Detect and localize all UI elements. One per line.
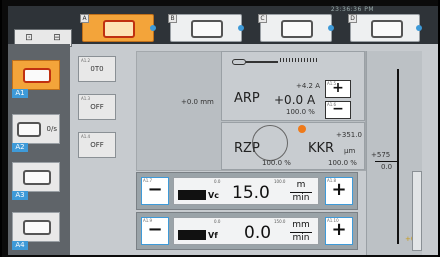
machine-tool-icon bbox=[23, 68, 51, 83]
sidebar: A1 0/s A2 A3 A4 bbox=[8, 44, 70, 255]
rzp-kkr-box: RZP 100.0 % KKR +351.0 µm 100.0 % bbox=[221, 122, 365, 170]
vc-symbol: Vc bbox=[208, 191, 219, 200]
machine-tool-icon bbox=[103, 20, 135, 38]
kkr-value: +351.0 bbox=[336, 131, 362, 139]
tab-letter: C bbox=[258, 14, 267, 23]
connector-icon bbox=[23, 220, 51, 235]
cycle-icon bbox=[371, 20, 403, 38]
hmi-screen: 23:36:36 PM ⊡ ⊟ A B C D A1 0/s A2 A3 A4 … bbox=[8, 6, 438, 255]
vf-display: 0.0 150.0 Vf 0.0 mm min bbox=[173, 217, 319, 245]
vf-unit-num: mm bbox=[292, 220, 310, 230]
function-buttons: A1.2 0T0 A1.3 OFF A1.4 OFF bbox=[78, 56, 118, 166]
vc-range-min: 0.0 bbox=[214, 179, 221, 184]
vc-control-row: A1.7− 0.0 100.0 Vc 15.0 m min A1.8 + bbox=[136, 172, 358, 210]
device-frame: 23:36:36 PM ⊡ ⊟ A B C D A1 0/s A2 A3 A4 … bbox=[2, 0, 438, 257]
vc-unit-num: m bbox=[296, 180, 306, 190]
tab-indicator-dot bbox=[416, 25, 422, 31]
tab-d[interactable]: D bbox=[348, 14, 422, 42]
scale-zero: 0.0 bbox=[381, 163, 393, 171]
feed-tool-icon bbox=[178, 230, 206, 240]
sidebar-item-label: A3 bbox=[12, 191, 28, 200]
vf-plus-button[interactable]: A1.10 + bbox=[325, 217, 353, 245]
tab-b[interactable]: B bbox=[168, 14, 244, 42]
wheel-icon bbox=[232, 56, 282, 66]
sidebar-item-a1[interactable]: A1 bbox=[12, 60, 60, 98]
scale-top-value: +575 bbox=[371, 151, 391, 159]
clock: 23:36:36 PM bbox=[330, 6, 374, 13]
vf-minus-button[interactable]: A1.9− bbox=[141, 217, 169, 245]
lock-icon: ⊟ bbox=[53, 33, 61, 43]
keyboard-icon bbox=[23, 170, 51, 185]
grinding-wheel-icon bbox=[178, 190, 206, 200]
spindle-icon bbox=[17, 122, 41, 137]
arp-label: ARP bbox=[234, 91, 260, 106]
vc-range-max: 100.0 bbox=[274, 179, 286, 184]
sidebar-item-text: 0/s bbox=[46, 125, 57, 133]
coolant-off-button[interactable]: A1.3 OFF bbox=[78, 94, 116, 120]
tab-letter: B bbox=[168, 14, 177, 23]
vf-value: 0.0 bbox=[244, 223, 272, 243]
vc-display: 0.0 100.0 Vc 15.0 m min bbox=[173, 177, 319, 205]
kkr-status-dot bbox=[298, 125, 306, 133]
arp-box: +4.2 A ARP +0.0 A 100.0 % A1.5 + A1.6− bbox=[221, 51, 365, 121]
arp-plus-button[interactable]: A1.5 + bbox=[325, 80, 351, 98]
sidebar-item-label: A1 bbox=[12, 89, 28, 98]
sidebar-item-a4[interactable]: A4 bbox=[12, 212, 60, 250]
tab-a[interactable]: A bbox=[80, 14, 156, 42]
kkr-label: KKR bbox=[308, 141, 335, 156]
grinding-wheel-icon bbox=[280, 58, 318, 62]
vc-unit-den: min bbox=[292, 193, 310, 203]
arp-delta: +4.2 A bbox=[296, 82, 321, 90]
vf-unit-den: min bbox=[292, 233, 310, 243]
position-scale-panel: +575 0.0 +0 0 bbox=[366, 51, 422, 255]
vc-value: 15.0 bbox=[232, 183, 270, 203]
unlock-icon: ⊡ bbox=[25, 33, 33, 43]
vc-minus-button[interactable]: A1.7− bbox=[141, 177, 169, 205]
tab-letter: A bbox=[80, 14, 89, 23]
rzp-label: RZP bbox=[234, 141, 260, 156]
rzp-percent: 100.0 % bbox=[262, 159, 291, 167]
sidebar-item-label: A2 bbox=[12, 143, 28, 152]
document-icon bbox=[191, 20, 223, 38]
kkr-unit: µm bbox=[344, 147, 356, 155]
vc-plus-button[interactable]: A1.8 + bbox=[325, 177, 353, 205]
top-bar: 23:36:36 PM ⊡ ⊟ A B C D bbox=[8, 6, 438, 47]
vf-range-max: 150.0 bbox=[274, 219, 286, 224]
sidebar-item-label: A4 bbox=[12, 241, 28, 250]
vf-control-row: A1.9− 0.0 150.0 Vf 0.0 mm min A1.10 + bbox=[136, 212, 358, 250]
tab-indicator-dot bbox=[150, 25, 156, 31]
arp-value: +0.0 A bbox=[274, 93, 316, 107]
vf-range-min: 0.0 bbox=[214, 219, 221, 224]
tab-letter: D bbox=[348, 14, 357, 23]
sidebar-item-a3[interactable]: A3 bbox=[12, 162, 60, 200]
vf-symbol: Vf bbox=[208, 231, 218, 240]
spray-off-button[interactable]: A1.4 OFF bbox=[78, 132, 116, 158]
scale-axis bbox=[397, 69, 399, 244]
sidebar-item-a2[interactable]: 0/s A2 bbox=[12, 114, 60, 152]
tab-indicator-dot bbox=[238, 25, 244, 31]
oto-button[interactable]: A1.2 0T0 bbox=[78, 56, 116, 82]
arp-offset: +0.0 mm bbox=[181, 98, 214, 106]
side-scroll-handle[interactable] bbox=[412, 171, 422, 251]
tab-c[interactable]: C bbox=[258, 14, 334, 42]
kkr-percent: 100.0 % bbox=[328, 159, 357, 167]
tab-indicator-dot bbox=[328, 25, 334, 31]
edit-icon bbox=[281, 20, 313, 38]
scale-marker bbox=[375, 161, 397, 162]
arp-percent: 100.0 % bbox=[286, 108, 315, 116]
arp-minus-button[interactable]: A1.6− bbox=[325, 101, 351, 119]
